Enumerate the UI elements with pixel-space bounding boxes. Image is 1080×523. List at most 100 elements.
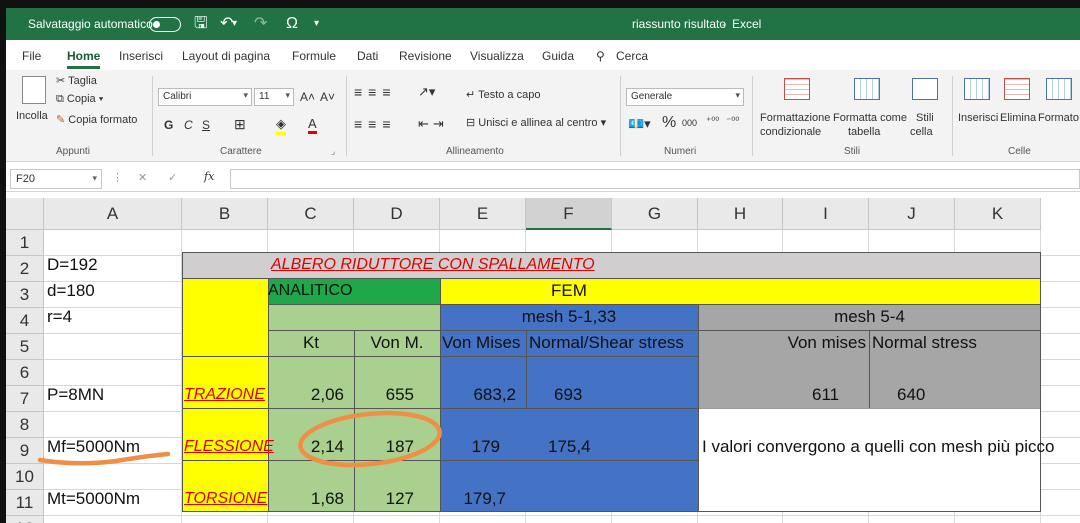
decimal-increase-icon[interactable]: ⁺⁰⁰	[706, 116, 719, 127]
row-header-1[interactable]: 1	[6, 230, 44, 256]
cell-styles-button-line2[interactable]: cella	[910, 126, 933, 138]
shrink-font-icon[interactable]: A˅	[320, 90, 335, 104]
cell-C9[interactable]: 2,14	[268, 434, 354, 460]
cell-E11[interactable]: 179,7	[440, 486, 526, 512]
insert-function-icon[interactable]: fx	[204, 170, 214, 183]
conditional-format-button-line2[interactable]: condizionale	[760, 126, 821, 138]
cell-normalshear-header[interactable]: Normal/Shear stress	[529, 330, 684, 356]
column-header-E[interactable]: E	[440, 198, 526, 230]
borders-icon[interactable]: ⊞	[234, 116, 246, 133]
cell-vonmises2-header[interactable]: Von mises	[698, 330, 870, 356]
tab-help[interactable]: Guida	[542, 49, 574, 63]
column-header-J[interactable]: J	[869, 198, 955, 230]
cell-I7[interactable]: 611	[812, 382, 839, 408]
row-header-11[interactable]: 11	[6, 490, 44, 516]
cell-trazione[interactable]: TRAZIONE	[184, 382, 265, 408]
worksheet-grid[interactable]: ABCDEFGHIJK 123456789101112 D=192 d=180 …	[6, 198, 1080, 523]
cell-D11[interactable]: 127	[354, 486, 440, 512]
row-header-10[interactable]: 10	[6, 464, 44, 490]
cell-torsione[interactable]: TORSIONE	[184, 486, 267, 512]
cell-vonmises-header[interactable]: Von Mises	[442, 330, 520, 356]
cell-E7[interactable]: 683,2	[440, 382, 526, 408]
row-header-3[interactable]: 3	[6, 282, 44, 308]
save-icon[interactable]: 🖫	[194, 14, 208, 34]
autosave-toggle[interactable]	[149, 17, 181, 32]
number-format-select[interactable]: Generale	[626, 88, 744, 106]
cancel-icon[interactable]: ✕	[138, 171, 147, 184]
tab-review[interactable]: Revisione	[399, 49, 452, 63]
format-painter-button[interactable]: ✎ Copia formato	[56, 113, 137, 126]
cell-styles-button[interactable]: Stili	[916, 112, 934, 124]
formula-input[interactable]	[230, 169, 1080, 189]
format-table-button-line2[interactable]: tabella	[848, 126, 880, 138]
tab-view[interactable]: Visualizza	[470, 49, 524, 63]
column-header-D[interactable]: D	[354, 198, 440, 230]
italic-button[interactable]: C	[184, 118, 193, 132]
tab-data[interactable]: Dati	[357, 49, 378, 63]
tab-formulas[interactable]: Formule	[292, 49, 336, 63]
horizontal-align-icons[interactable]: ≡≡≡	[354, 116, 397, 132]
column-header-C[interactable]: C	[268, 198, 354, 230]
format-table-button[interactable]: Formatta come	[833, 112, 907, 124]
wrap-text-button[interactable]: ↵ Testo a capo	[466, 88, 540, 101]
table-title[interactable]: ALBERO RIDUTTORE CON SPALLAMENTO	[271, 252, 595, 278]
cell-styles-icon[interactable]	[912, 78, 938, 100]
underline-button[interactable]: S	[202, 118, 210, 132]
font-size-select[interactable]: 11	[254, 88, 294, 106]
conditional-format-button[interactable]: Formattazione	[760, 112, 830, 124]
delete-cells-icon[interactable]	[1004, 78, 1030, 100]
row-header-5[interactable]: 5	[6, 334, 44, 360]
currency-icon[interactable]: 💶▾	[628, 116, 651, 132]
cell-D9[interactable]: 187	[354, 434, 440, 460]
cell-F9[interactable]: 175,4	[548, 434, 591, 460]
cell-normalstress-header[interactable]: Normal stress	[872, 330, 977, 356]
column-header-A[interactable]: A	[44, 198, 182, 230]
cell-A7[interactable]: P=8MN	[47, 382, 104, 408]
cell-E9[interactable]: 179	[440, 434, 526, 460]
tab-file[interactable]: File	[22, 49, 41, 63]
row-header-9[interactable]: 9	[6, 438, 44, 464]
tab-home[interactable]: Home	[67, 49, 101, 69]
cell-mesh2[interactable]: mesh 5-4	[698, 304, 1041, 330]
thousands-icon[interactable]: 000	[682, 118, 697, 128]
omega-symbol-icon[interactable]: Ω	[286, 14, 298, 34]
cut-button[interactable]: ✂ Taglia	[56, 74, 97, 87]
redo-icon[interactable]: ↷	[254, 14, 267, 34]
cell-kt-header[interactable]: Kt	[268, 330, 354, 356]
vertical-align-icons[interactable]: ≡≡≡	[354, 84, 397, 100]
search-icon[interactable]: ⚲	[596, 49, 605, 63]
tab-page-layout[interactable]: Layout di pagina	[182, 49, 270, 63]
cell-fem[interactable]: FEM	[440, 278, 698, 304]
column-header-K[interactable]: K	[955, 198, 1041, 230]
font-color-icon[interactable]: A	[308, 116, 317, 134]
column-header-F[interactable]: F	[526, 198, 612, 230]
format-cells-button[interactable]: Formato	[1038, 112, 1079, 124]
insert-cells-button[interactable]: Inserisci	[958, 112, 998, 124]
paste-button[interactable]: Incolla	[16, 110, 48, 122]
format-table-icon[interactable]	[854, 78, 880, 100]
cell-H9-note[interactable]: I valori convergono a quelli con mesh pi…	[702, 434, 1080, 460]
cell-A4[interactable]: r=4	[47, 304, 72, 330]
cell-vonm-header[interactable]: Von M.	[354, 330, 440, 356]
insert-cells-icon[interactable]	[964, 78, 990, 100]
font-launcher-icon[interactable]: ⌟	[331, 146, 335, 157]
column-header-H[interactable]: H	[698, 198, 783, 230]
indent-icons[interactable]: ⇤⇥	[418, 116, 448, 132]
grow-font-icon[interactable]: A˄	[300, 90, 315, 104]
column-header-G[interactable]: G	[612, 198, 698, 230]
row-header-4[interactable]: 4	[6, 308, 44, 334]
undo-dropdown-icon[interactable]: ▾	[232, 14, 237, 34]
conditional-format-icon[interactable]	[784, 78, 810, 100]
customize-qat-icon[interactable]: ▾	[314, 14, 319, 34]
font-name-select[interactable]: Calibri	[158, 88, 252, 106]
copy-button[interactable]: ⧉ Copia ▾	[56, 93, 103, 106]
row-header-12[interactable]: 12	[6, 516, 44, 523]
cell-flessione[interactable]: FLESSIONE	[184, 434, 274, 460]
bold-button[interactable]: G	[164, 118, 173, 132]
cell-F7[interactable]: 693	[554, 382, 582, 408]
column-header-B[interactable]: B	[182, 198, 268, 230]
column-header-I[interactable]: I	[783, 198, 869, 230]
row-header-2[interactable]: 2	[6, 256, 44, 282]
name-box[interactable]: F20	[10, 169, 102, 189]
row-header-7[interactable]: 7	[6, 386, 44, 412]
